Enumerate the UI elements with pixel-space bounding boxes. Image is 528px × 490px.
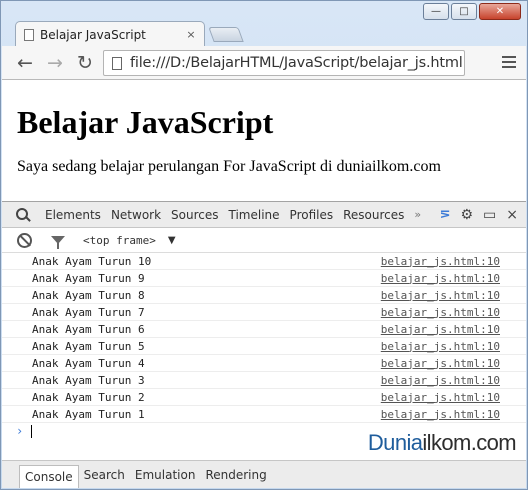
- source-link[interactable]: belajar_js.html:10: [381, 272, 500, 285]
- source-link[interactable]: belajar_js.html:10: [381, 408, 500, 421]
- tab-title: Belajar JavaScript: [40, 27, 146, 42]
- minimize-button[interactable]: —: [423, 3, 449, 20]
- drawer-tabbar: Console Search Emulation Rendering: [2, 460, 526, 488]
- watermark-logo: Duniailkom.com: [367, 430, 517, 456]
- drawer-tab-rendering[interactable]: Rendering: [200, 465, 271, 485]
- source-link[interactable]: belajar_js.html:10: [381, 340, 500, 353]
- tab-profiles[interactable]: Profiles: [285, 208, 339, 222]
- inspect-search-icon[interactable]: [16, 207, 30, 222]
- console-message: Anak Ayam Turun 7: [32, 305, 145, 319]
- reload-icon[interactable]: ↻: [74, 52, 96, 74]
- forward-arrow-icon[interactable]: →: [44, 52, 66, 74]
- dock-icon[interactable]: ▭: [483, 207, 496, 223]
- console-message: Anak Ayam Turun 4: [32, 356, 145, 370]
- console-message: Anak Ayam Turun 5: [32, 339, 145, 353]
- source-link[interactable]: belajar_js.html:10: [381, 306, 500, 319]
- tab-network[interactable]: Network: [106, 208, 166, 222]
- source-link[interactable]: belajar_js.html:10: [381, 391, 500, 404]
- console-messages: Anak Ayam Turun 10 belajar_js.html:10 Ana…: [2, 253, 526, 439]
- tab-close-icon[interactable]: ×: [184, 28, 198, 41]
- console-row: Anak Ayam Turun 10 belajar_js.html:10: [2, 253, 526, 270]
- address-bar[interactable]: file:///D:/BelajarHTML/JavaScript/belaja…: [103, 50, 465, 76]
- page-heading: Belajar JavaScript: [17, 104, 274, 140]
- source-link[interactable]: belajar_js.html:10: [381, 255, 500, 268]
- new-tab-button[interactable]: [208, 27, 244, 42]
- chevron-down-icon[interactable]: ▼: [168, 235, 176, 246]
- maximize-button[interactable]: □: [451, 3, 477, 20]
- console-row: Anak Ayam Turun 8 belajar_js.html:10: [2, 287, 526, 304]
- drawer-tab-console[interactable]: Console: [19, 465, 79, 488]
- console-row: Anak Ayam Turun 5 belajar_js.html:10: [2, 338, 526, 355]
- console-row: Anak Ayam Turun 1 belajar_js.html:10: [2, 406, 526, 423]
- tab-resources[interactable]: Resources: [338, 208, 409, 222]
- watermark-part2: ilkom.com: [422, 430, 516, 455]
- browser-toolbar: ← → ↻ file:///D:/BelajarHTML/JavaScript/…: [2, 46, 526, 80]
- frame-selector[interactable]: <top frame>: [83, 234, 156, 247]
- devtools-tabbar: Elements Network Sources Timeline Profil…: [2, 202, 526, 228]
- source-link[interactable]: belajar_js.html:10: [381, 289, 500, 302]
- source-link[interactable]: belajar_js.html:10: [381, 357, 500, 370]
- filter-icon[interactable]: [51, 236, 65, 249]
- console-row: Anak Ayam Turun 9 belajar_js.html:10: [2, 270, 526, 287]
- more-tabs-icon[interactable]: »: [409, 208, 426, 221]
- url-text[interactable]: file:///D:/BelajarHTML/JavaScript/belaja…: [130, 55, 463, 71]
- page-paragraph: Saya sedang belajar perulangan For JavaS…: [17, 158, 441, 175]
- console-row: Anak Ayam Turun 2 belajar_js.html:10: [2, 389, 526, 406]
- close-window-button[interactable]: ✕: [479, 3, 521, 20]
- page-icon: [24, 28, 34, 41]
- source-link[interactable]: belajar_js.html:10: [381, 323, 500, 336]
- drawer-tab-emulation[interactable]: Emulation: [130, 465, 201, 485]
- source-link[interactable]: belajar_js.html:10: [381, 374, 500, 387]
- prompt-chevron-icon: ›: [16, 424, 24, 438]
- devtools-actions: ⋝ ⚙ ▭ ×: [440, 202, 518, 227]
- console-message: Anak Ayam Turun 6: [32, 322, 145, 336]
- show-drawer-icon[interactable]: ⋝: [440, 207, 451, 222]
- devtools-panel: Elements Network Sources Timeline Profil…: [2, 201, 526, 488]
- hamburger-menu-icon[interactable]: [502, 54, 516, 70]
- console-filterbar: <top frame> ▼: [2, 228, 526, 253]
- drawer-tab-search[interactable]: Search: [79, 465, 130, 485]
- text-cursor: [31, 424, 33, 438]
- console-row: Anak Ayam Turun 6 belajar_js.html:10: [2, 321, 526, 338]
- close-devtools-icon[interactable]: ×: [506, 207, 518, 223]
- console-message: Anak Ayam Turun 2: [32, 390, 145, 404]
- tab-sources[interactable]: Sources: [166, 208, 223, 222]
- browser-window: — □ ✕ Belajar JavaScript × ← → ↻ file://…: [0, 0, 528, 490]
- console-message: Anak Ayam Turun 3: [32, 373, 145, 387]
- console-message: Anak Ayam Turun 9: [32, 271, 145, 285]
- back-arrow-icon[interactable]: ←: [14, 52, 36, 74]
- window-controls: — □ ✕: [423, 3, 521, 20]
- console-row: Anak Ayam Turun 4 belajar_js.html:10: [2, 355, 526, 372]
- watermark-part1: Dunia: [367, 430, 423, 455]
- tab-elements[interactable]: Elements: [40, 208, 106, 222]
- browser-tab[interactable]: Belajar JavaScript ×: [15, 21, 205, 47]
- gear-icon[interactable]: ⚙: [460, 207, 473, 223]
- clear-console-icon[interactable]: [17, 232, 32, 248]
- console-row: Anak Ayam Turun 3 belajar_js.html:10: [2, 372, 526, 389]
- file-icon: [112, 56, 122, 70]
- tab-timeline[interactable]: Timeline: [224, 208, 285, 222]
- console-row: Anak Ayam Turun 7 belajar_js.html:10: [2, 304, 526, 321]
- page-content: Belajar JavaScript Saya sedang belajar p…: [2, 80, 526, 201]
- console-message: Anak Ayam Turun 1: [32, 407, 145, 421]
- console-message: Anak Ayam Turun 10: [32, 254, 152, 268]
- console-message: Anak Ayam Turun 8: [32, 288, 145, 302]
